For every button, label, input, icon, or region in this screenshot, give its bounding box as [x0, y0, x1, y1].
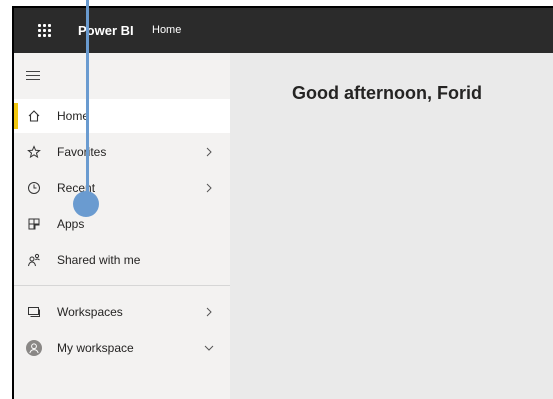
home-icon	[26, 108, 42, 124]
apps-icon	[26, 216, 42, 232]
sidebar-item-recent[interactable]: Recent	[14, 171, 230, 205]
star-icon	[26, 144, 42, 160]
sidebar-item-label: My workspace	[57, 341, 134, 355]
workspaces-icon	[26, 304, 42, 320]
sidebar-item-home[interactable]: Home	[14, 99, 230, 133]
chevron-down-icon[interactable]	[204, 343, 214, 353]
chevron-right-icon[interactable]	[204, 147, 214, 157]
pointer-line	[86, 0, 89, 196]
greeting-heading: Good afternoon, Forid	[292, 83, 482, 103]
sidebar-item-workspaces[interactable]: Workspaces	[14, 295, 230, 329]
sidebar-item-label: Workspaces	[57, 305, 123, 319]
sidebar-item-label: Shared with me	[57, 253, 141, 267]
chevron-right-icon[interactable]	[204, 183, 214, 193]
avatar-icon	[26, 340, 42, 356]
breadcrumb[interactable]: Home	[152, 24, 181, 36]
clock-icon	[26, 180, 42, 196]
chevron-right-icon[interactable]	[204, 307, 214, 317]
sidebar-item-apps[interactable]: Apps	[14, 207, 230, 241]
sidebar-item-label: Home	[57, 109, 90, 123]
sidebar-divider	[14, 285, 230, 286]
top-bar: Power BI Home	[14, 8, 553, 53]
sidebar-item-shared-with-me[interactable]: Shared with me	[14, 243, 230, 277]
sidebar-item-my-workspace[interactable]: My workspace	[14, 331, 230, 365]
sidebar-item-label: Favorites	[57, 145, 107, 159]
sidebar-item-label: Apps	[57, 217, 85, 231]
sidebar: Home Favorites Recent Apps Shared with m…	[14, 53, 230, 399]
sidebar-item-favorites[interactable]: Favorites	[14, 135, 230, 169]
main-content: Good afternoon, Forid	[230, 53, 553, 399]
hamburger-menu-icon[interactable]	[26, 71, 40, 83]
shared-people-icon	[26, 252, 42, 268]
waffle-icon[interactable]	[38, 24, 52, 38]
pointer-dot	[73, 191, 99, 217]
